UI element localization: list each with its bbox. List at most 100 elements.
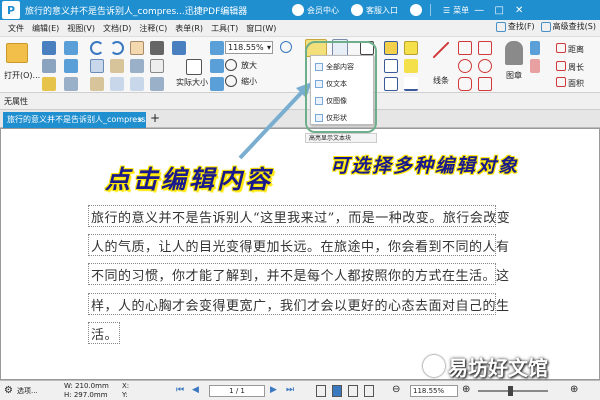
zoom-in-icon[interactable] bbox=[225, 59, 237, 71]
prev-page-icon[interactable] bbox=[210, 59, 224, 73]
menu-view[interactable]: 视图(V) bbox=[67, 23, 95, 34]
gear-icon[interactable]: ⚙ bbox=[4, 385, 13, 396]
options-button[interactable]: 选项... bbox=[17, 386, 38, 396]
document-line[interactable]: 活。 bbox=[91, 324, 118, 343]
ellipse-icon[interactable] bbox=[458, 59, 472, 73]
perimeter-icon[interactable] bbox=[556, 61, 566, 71]
actual-size-icon[interactable] bbox=[186, 59, 202, 75]
status-zoom-select[interactable]: 118.55% bbox=[410, 385, 458, 397]
menu-comment[interactable]: 注释(C) bbox=[139, 23, 167, 34]
cloud-icon[interactable] bbox=[458, 77, 472, 91]
prev-page-button[interactable]: ◀ bbox=[192, 385, 199, 395]
pentagon-icon[interactable] bbox=[478, 77, 492, 91]
eraser-icon[interactable] bbox=[64, 59, 78, 73]
zoom-circle-icon[interactable] bbox=[280, 41, 292, 53]
paste-icon[interactable] bbox=[90, 77, 104, 91]
typewriter-icon[interactable] bbox=[384, 41, 398, 55]
distance-icon[interactable] bbox=[556, 43, 566, 53]
new-tab-button[interactable]: + bbox=[150, 111, 160, 125]
page-icon[interactable] bbox=[150, 59, 164, 73]
document-line[interactable]: 旅行的意义并不是告诉别人“这里我来过”，而是一种改变。旅行会改变 bbox=[91, 207, 510, 226]
print-icon[interactable] bbox=[42, 59, 56, 73]
menu-form[interactable]: 表单(R) bbox=[175, 23, 203, 34]
note-icon[interactable] bbox=[404, 41, 418, 55]
maximize-button[interactable]: □ bbox=[489, 5, 509, 16]
zoom-in-end-icon[interactable]: ⊕ bbox=[570, 384, 578, 395]
zoom-out-small-icon[interactable]: ⊖ bbox=[392, 384, 400, 395]
line-label[interactable]: 线条 bbox=[433, 75, 449, 86]
zoom-slider-track[interactable] bbox=[478, 390, 548, 392]
document-line[interactable]: 人的气质，让人的目光变得更加长远。在旅途中，你会看到不同的人有 bbox=[91, 236, 510, 255]
close-button[interactable]: ✕ bbox=[509, 5, 529, 16]
find-button[interactable]: 查找(F) bbox=[495, 21, 535, 32]
open-folder-icon[interactable] bbox=[6, 43, 28, 63]
tab-close-icon[interactable]: × bbox=[137, 112, 146, 128]
underline-icon[interactable] bbox=[404, 77, 418, 91]
copy-icon[interactable] bbox=[90, 59, 104, 73]
menu-tools[interactable]: 工具(T) bbox=[211, 23, 238, 34]
tab-document[interactable]: 旅行的意义并不是告诉别人_compress × bbox=[3, 112, 146, 128]
rotate-icon[interactable] bbox=[150, 77, 164, 91]
textbox-icon[interactable] bbox=[384, 59, 398, 73]
distance-label[interactable]: 距离 bbox=[568, 44, 584, 55]
document-line[interactable]: 不同的习惯，你才能了解到，并不是每个人都按照你的方式在生活。这 bbox=[91, 265, 510, 284]
cut-icon[interactable] bbox=[64, 77, 78, 91]
advanced-find-button[interactable]: 高级查找(S) bbox=[540, 21, 596, 32]
fit-width-icon[interactable] bbox=[172, 41, 186, 55]
zoom-out-icon[interactable] bbox=[225, 75, 237, 87]
minimize-button[interactable]: — bbox=[469, 5, 489, 16]
eraser-tool-icon[interactable] bbox=[530, 59, 540, 73]
callout-icon[interactable] bbox=[384, 77, 398, 91]
menu-window[interactable]: 窗口(W) bbox=[246, 23, 276, 34]
zoom-slider-thumb[interactable] bbox=[508, 386, 513, 396]
document-line[interactable]: 样，人的心胸才会变得更宽广，我们才会以更好的心态去面对自己的生 bbox=[91, 295, 510, 314]
edit-icon[interactable] bbox=[64, 41, 78, 55]
camera-icon[interactable] bbox=[150, 41, 164, 55]
paste-special-icon[interactable] bbox=[110, 59, 124, 73]
menu-document[interactable]: 文档(D) bbox=[103, 23, 131, 34]
save-icon[interactable] bbox=[42, 41, 56, 55]
snapshot-icon[interactable] bbox=[130, 59, 144, 73]
perimeter-label[interactable]: 周长 bbox=[568, 62, 584, 73]
hand-icon[interactable] bbox=[130, 41, 144, 55]
mail-icon[interactable] bbox=[42, 77, 56, 91]
two-page-icon[interactable] bbox=[348, 385, 358, 397]
last-page-button[interactable]: ⏭ bbox=[286, 385, 294, 395]
redo-icon[interactable] bbox=[110, 41, 124, 55]
menu-edit[interactable]: 编辑(E) bbox=[32, 23, 59, 34]
menu-file[interactable]: 文件 bbox=[8, 23, 24, 34]
undo-icon[interactable] bbox=[90, 41, 104, 55]
first-page-icon[interactable] bbox=[210, 41, 224, 55]
zoom-in-label[interactable]: 放大 bbox=[241, 60, 257, 71]
continuous-page-icon[interactable] bbox=[332, 385, 342, 397]
main-toolbar: 打开(O)... 实际大小 118.55% 放大 缩小 线条 图章 距离 bbox=[0, 37, 600, 93]
attach-icon[interactable] bbox=[530, 41, 540, 55]
stamp-icon[interactable] bbox=[505, 41, 523, 65]
shirt-button[interactable] bbox=[410, 4, 422, 16]
open-label[interactable]: 打开(O)... bbox=[4, 70, 40, 81]
next-page-button[interactable]: ▶ bbox=[270, 385, 277, 395]
two-continuous-icon[interactable] bbox=[364, 385, 374, 397]
pencil-icon[interactable] bbox=[478, 59, 492, 73]
rectangle-icon[interactable] bbox=[458, 41, 472, 55]
select-icon[interactable] bbox=[130, 77, 144, 91]
area-label[interactable]: 面积 bbox=[568, 78, 584, 89]
next-page-icon[interactable] bbox=[210, 77, 224, 91]
zoom-select[interactable]: 118.55% bbox=[225, 41, 273, 54]
highlight-icon[interactable] bbox=[404, 59, 418, 73]
highlight-text-blocks-option[interactable]: 高亮显示文本块 bbox=[305, 133, 377, 143]
zoom-out-label[interactable]: 缩小 bbox=[241, 76, 257, 87]
login-button[interactable]: 客服入口 bbox=[351, 4, 398, 16]
area-icon[interactable] bbox=[556, 77, 566, 87]
find-text-icon[interactable] bbox=[110, 77, 124, 91]
single-page-icon[interactable] bbox=[316, 385, 326, 397]
menu-button[interactable]: ☰ 菜单 bbox=[443, 5, 469, 16]
stamp-label[interactable]: 图章 bbox=[506, 70, 522, 81]
member-center-button[interactable]: 会员中心 bbox=[292, 4, 339, 16]
zoom-in-small-icon[interactable]: ⊕ bbox=[462, 384, 470, 395]
first-page-button[interactable]: ⏮ bbox=[176, 385, 184, 395]
page-number-input[interactable]: 1 / 1 bbox=[209, 385, 265, 397]
actual-size-label[interactable]: 实际大小 bbox=[176, 77, 208, 88]
line-icon[interactable] bbox=[432, 41, 450, 59]
polygon-icon[interactable] bbox=[478, 41, 492, 55]
